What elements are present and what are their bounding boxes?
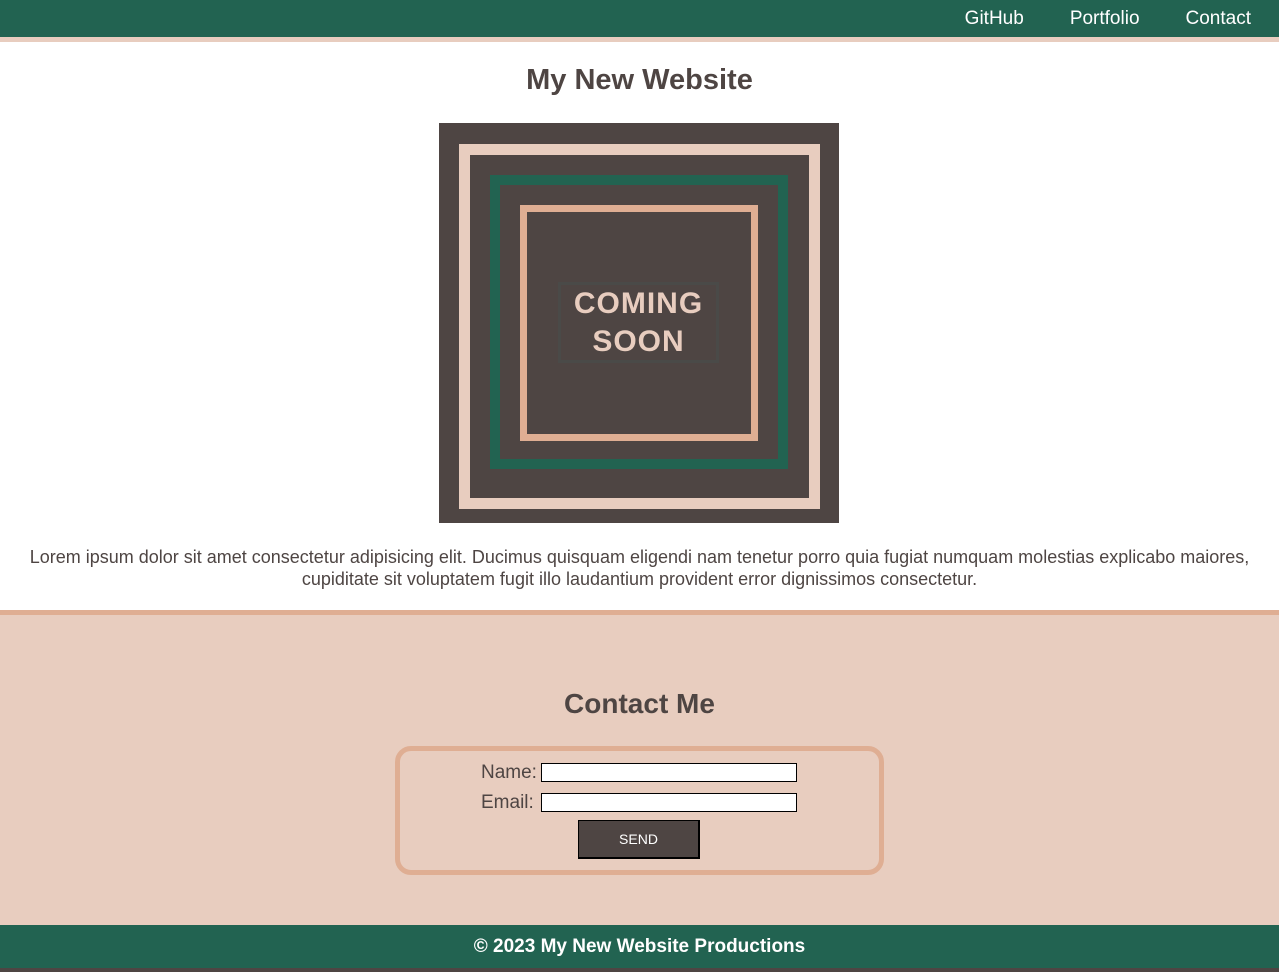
footer-text: © 2023 My New Website Productions [473,935,806,957]
nav-link-github[interactable]: GitHub [965,8,1024,30]
email-input[interactable] [541,793,797,812]
soon-text: SOON [592,324,685,358]
coming-text: COMING [573,286,704,320]
main-section: My New Website COMING SOON Lorem ipsum d… [0,42,1279,615]
nav-link-portfolio[interactable]: Portfolio [1070,8,1140,30]
coming-soon-text-box: COMING SOON [558,282,719,363]
nav-link-contact[interactable]: Contact [1186,8,1251,30]
page-title: My New Website [526,64,753,96]
send-button[interactable]: SEND [578,820,700,859]
coming-soon-image: COMING SOON [439,123,839,523]
contact-title: Contact Me [564,688,715,719]
name-input[interactable] [541,763,797,782]
contact-section: Contact Me Name: Email: SEND [0,615,1279,925]
nav-links: GitHub Portfolio Contact [919,0,1251,37]
intro-paragraph: Lorem ipsum dolor sit amet consectetur a… [29,547,1250,589]
name-label: Name: [481,762,537,783]
contact-form: Name: Email: SEND [395,746,884,875]
email-label: Email: [481,792,534,813]
footer: © 2023 My New Website Productions [0,925,1279,968]
top-nav: GitHub Portfolio Contact [0,0,1279,42]
